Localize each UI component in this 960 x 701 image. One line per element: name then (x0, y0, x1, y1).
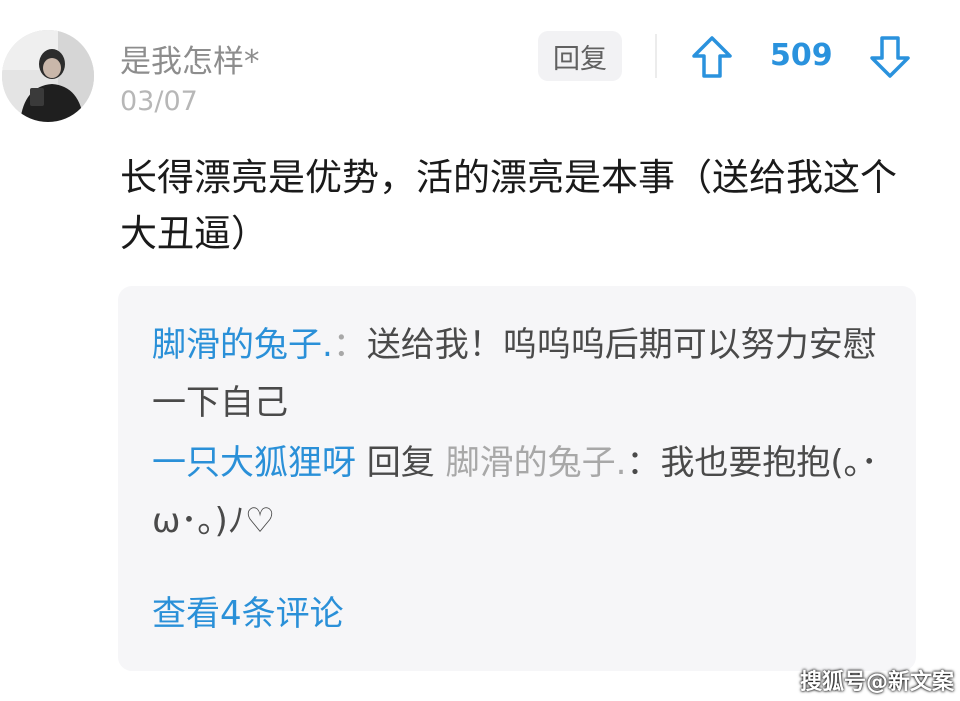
reply-item: 一只大狐狸呀 回复 脚滑的兔子.：我也要抱抱(｡･ω･｡)ﾉ♡ (152, 434, 882, 550)
reply-author[interactable]: 一只大狐狸呀 (152, 443, 356, 483)
replies-panel: 脚滑的兔子.：送给我！呜呜呜后期可以努力安慰一下自己 一只大狐狸呀 回复 脚滑的… (118, 286, 916, 671)
comment-body: 长得漂亮是优势，活的漂亮是本事（送给我这个大丑逼） (120, 156, 897, 255)
comment-date: 03/07 (120, 86, 198, 117)
reply-author[interactable]: 脚滑的兔子. (152, 325, 333, 365)
reply-button[interactable]: 回复 (538, 31, 622, 81)
reply-target[interactable]: 脚滑的兔子. (446, 443, 627, 483)
reply-separator: ： (332, 325, 367, 365)
vote-count: 509 (770, 38, 833, 73)
reply-item: 脚滑的兔子.：送给我！呜呜呜后期可以努力安慰一下自己 (152, 316, 882, 432)
reply-word: 回复 (356, 443, 446, 483)
arrow-up-icon[interactable] (690, 34, 734, 80)
reply-separator: ： (626, 443, 661, 483)
avatar[interactable] (2, 30, 94, 122)
username[interactable]: 是我怎样* (120, 36, 260, 81)
divider (655, 34, 657, 78)
avatar-photo (2, 30, 94, 122)
watermark: 搜狐号@新文案 (800, 670, 955, 695)
view-more-comments-link[interactable]: 查看4条评论 (152, 586, 344, 635)
arrow-down-icon[interactable] (868, 34, 912, 80)
